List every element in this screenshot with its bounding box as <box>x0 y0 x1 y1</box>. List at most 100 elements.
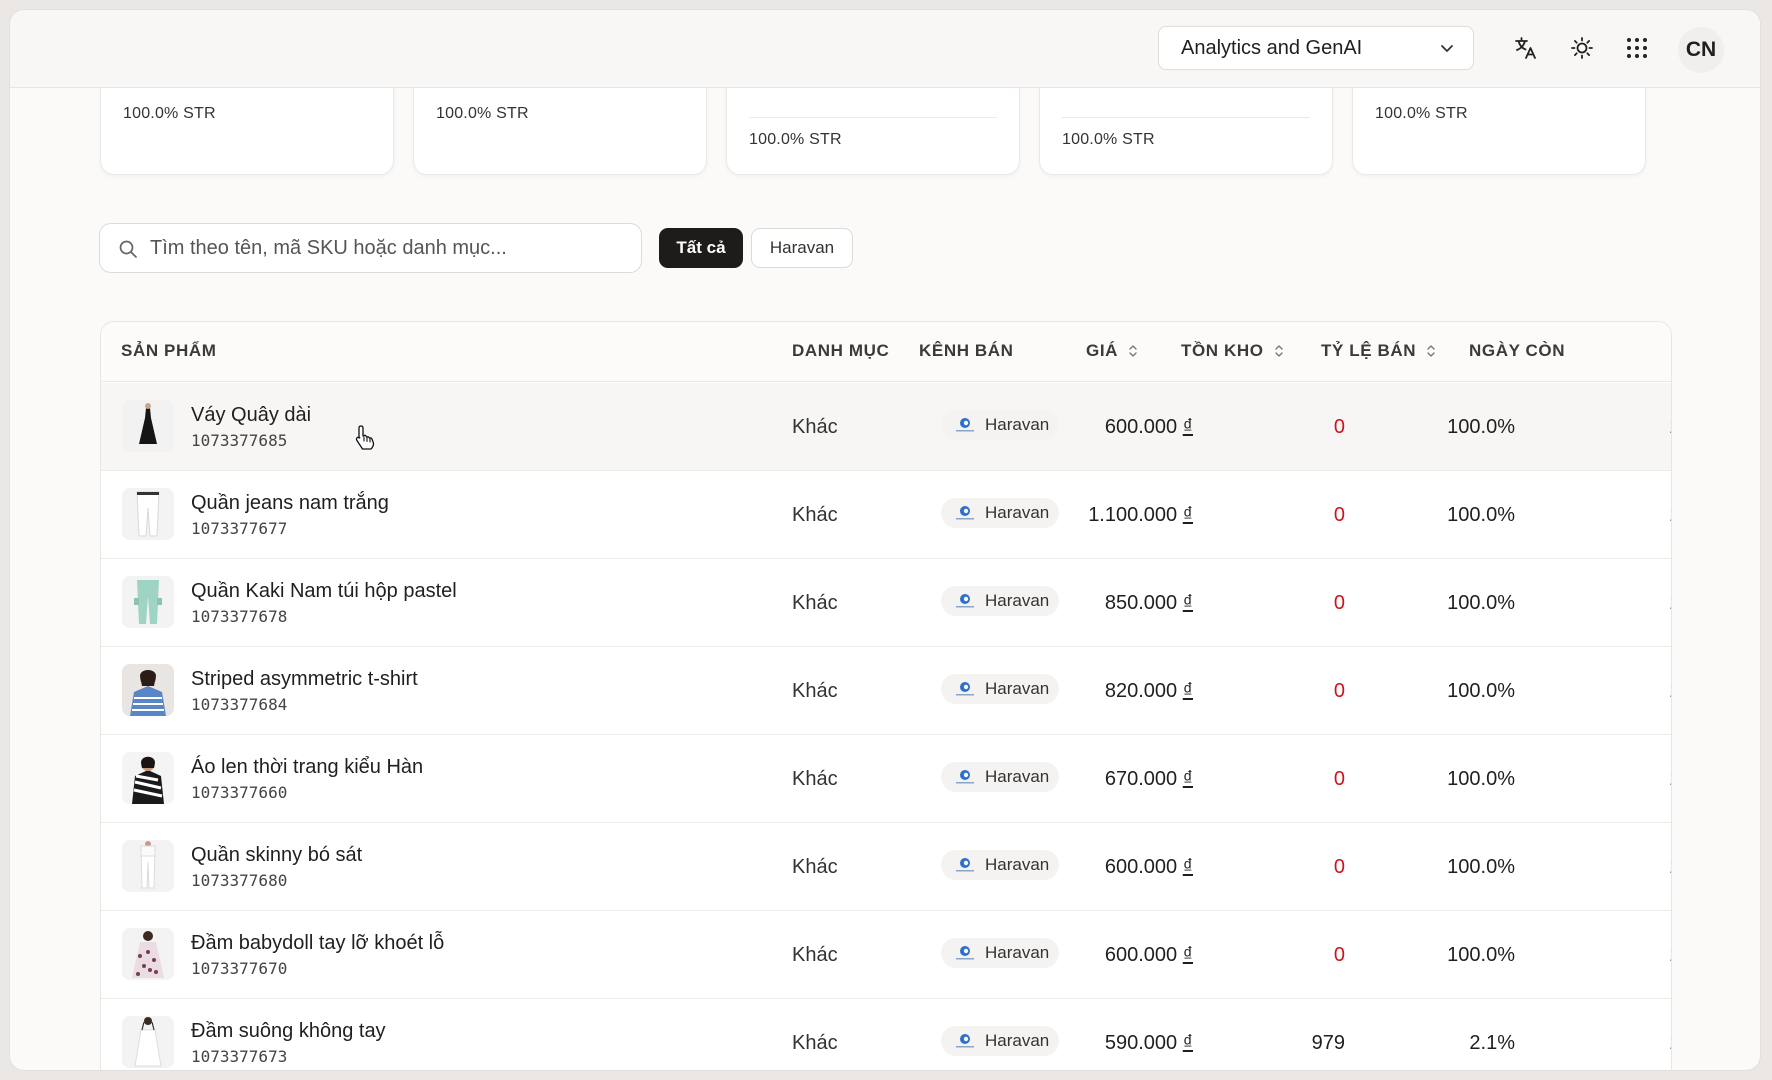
haravan-logo-icon <box>956 1034 974 1048</box>
stat-card-str: 100.0% STR <box>1375 105 1468 122</box>
channel-label: Haravan <box>985 503 1050 522</box>
price-currency: ₫ <box>1182 680 1193 702</box>
channel-badge: Haravan <box>941 674 1060 704</box>
product-stock: 0 <box>1333 504 1345 526</box>
haravan-logo-icon <box>956 946 974 960</box>
channel-badge: Haravan <box>941 586 1060 616</box>
product-sell-rate: 100.0% <box>1447 592 1515 614</box>
product-sku: 1073377673 <box>191 1047 288 1066</box>
table-row[interactable]: Quần skinny bó sát 1073377680 Khác Harav… <box>101 823 1671 911</box>
price-currency: ₫ <box>1182 592 1193 614</box>
product-name[interactable]: Striped asymmetric t-shirt <box>191 668 418 691</box>
product-days-left: 1 <box>1669 416 1671 439</box>
table-row[interactable]: Đầm suông không tay 1073377673 Khác Hara… <box>101 999 1671 1070</box>
stat-card-str: 100.0% STR <box>749 131 842 148</box>
filter-haravan-button[interactable]: Haravan <box>751 228 853 268</box>
product-stock: 0 <box>1333 856 1345 878</box>
product-category: Khác <box>792 416 838 438</box>
filter-all-button[interactable]: Tất cả <box>659 228 743 268</box>
product-category: Khác <box>792 944 838 966</box>
price-currency: ₫ <box>1182 504 1193 526</box>
table-row[interactable]: Quần Kaki Nam túi hộp pastel 1073377678 … <box>101 559 1671 647</box>
product-stock: 0 <box>1333 416 1345 438</box>
avatar[interactable]: CN <box>1678 27 1724 73</box>
product-category: Khác <box>792 1032 838 1054</box>
search-input[interactable] <box>150 224 630 272</box>
col-channel-label: KÊNH BÁN <box>919 341 1014 360</box>
product-name[interactable]: Đầm babydoll tay lỡ khoét lỗ <box>191 932 444 955</box>
haravan-logo-icon <box>956 418 974 432</box>
product-days-left: 1 <box>1669 1032 1671 1055</box>
product-sku: 1073377677 <box>191 519 288 538</box>
channel-label: Haravan <box>985 855 1050 874</box>
product-name[interactable]: Váy Quây dài <box>191 404 311 427</box>
product-price: 850.000 ₫ <box>1105 592 1193 615</box>
product-thumbnail <box>122 664 174 716</box>
channel-badge: Haravan <box>941 1026 1060 1056</box>
chevron-down-icon <box>1441 45 1453 52</box>
sort-icon <box>1129 345 1137 357</box>
col-days-left-label: NGÀY CÒN <box>1469 341 1566 360</box>
workspace-select[interactable]: Analytics and GenAI <box>1158 26 1474 70</box>
channel-badge: Haravan <box>941 850 1060 880</box>
table-row[interactable]: Áo len thời trang kiểu Hàn 1073377660 Kh… <box>101 735 1671 823</box>
col-days-left: NGÀY CÒN <box>1469 341 1565 361</box>
translate-icon[interactable] <box>1510 32 1542 64</box>
product-name[interactable]: Quần Kaki Nam túi hộp pastel <box>191 580 457 603</box>
haravan-logo-icon <box>956 858 974 872</box>
product-sku: 1073377670 <box>191 959 288 978</box>
table-row[interactable]: Đầm babydoll tay lỡ khoét lỗ 1073377670 … <box>101 911 1671 999</box>
stat-card-divider <box>1062 117 1310 118</box>
product-name[interactable]: Áo len thời trang kiểu Hàn <box>191 756 423 779</box>
sun-icon[interactable] <box>1566 32 1598 64</box>
col-product-label: SẢN PHẨM <box>121 341 217 360</box>
products-table: SẢN PHẨM DANH MỤC KÊNH BÁN GIÁ TỒN KHO T… <box>100 321 1672 1070</box>
channel-badge: Haravan <box>941 762 1060 792</box>
product-category: Khác <box>792 680 838 702</box>
channel-badge: Haravan <box>941 410 1060 440</box>
apps-grid-icon[interactable] <box>1621 32 1653 64</box>
col-sell-rate[interactable]: TỶ LỆ BÁN <box>1321 341 1436 361</box>
product-name[interactable]: Quần skinny bó sát <box>191 844 362 867</box>
stat-card-str: 100.0% STR <box>1062 131 1155 148</box>
product-sell-rate: 100.0% <box>1447 680 1515 702</box>
table-header: SẢN PHẨM DANH MỤC KÊNH BÁN GIÁ TỒN KHO T… <box>101 322 1671 382</box>
product-stock: 0 <box>1333 944 1345 966</box>
price-value: 600.000 <box>1104 944 1178 966</box>
product-stock: 0 <box>1333 680 1345 702</box>
hand-cursor-icon <box>355 425 375 450</box>
product-days-left: 1 <box>1669 856 1671 879</box>
table-row[interactable]: Striped asymmetric t-shirt 1073377684 Kh… <box>101 647 1671 735</box>
product-thumbnail <box>122 928 174 980</box>
product-price: 1.100.000 ₫ <box>1088 504 1193 527</box>
product-thumbnail <box>122 400 174 452</box>
product-stock: 0 <box>1333 592 1345 614</box>
haravan-logo-icon <box>956 506 974 520</box>
product-sell-rate: 100.0% <box>1447 944 1515 966</box>
product-thumbnail <box>122 576 174 628</box>
product-name[interactable]: Quần jeans nam trắng <box>191 492 389 515</box>
product-stock: 979 <box>1311 1032 1345 1054</box>
table-row[interactable]: Váy Quây dài 1073377685 Khác Haravan 600… <box>101 383 1671 471</box>
sort-icon <box>1274 345 1283 357</box>
table-row[interactable]: Quần jeans nam trắng 1073377677 Khác Har… <box>101 471 1671 559</box>
col-stock-label: TỒN KHO <box>1181 341 1264 360</box>
top-bar: Analytics and GenAI CN <box>10 10 1760 88</box>
col-price[interactable]: GIÁ <box>1086 341 1138 361</box>
col-stock[interactable]: TỒN KHO <box>1181 341 1284 361</box>
channel-label: Haravan <box>985 943 1050 962</box>
price-currency: ₫ <box>1182 856 1193 878</box>
price-currency: ₫ <box>1182 1032 1193 1054</box>
product-name[interactable]: Đầm suông không tay <box>191 1020 386 1043</box>
col-category: DANH MỤC <box>792 341 889 361</box>
price-currency: ₫ <box>1182 768 1193 790</box>
sort-icon <box>1427 345 1435 357</box>
price-value: 600.000 <box>1104 416 1178 438</box>
product-days-left: 1 <box>1669 592 1671 615</box>
channel-label: Haravan <box>985 679 1050 698</box>
product-sell-rate: 100.0% <box>1447 768 1515 790</box>
product-price: 820.000 ₫ <box>1105 680 1193 703</box>
channel-label: Haravan <box>985 415 1050 434</box>
product-sell-rate: 2.1% <box>1469 1032 1515 1054</box>
product-price: 600.000 ₫ <box>1105 416 1193 439</box>
